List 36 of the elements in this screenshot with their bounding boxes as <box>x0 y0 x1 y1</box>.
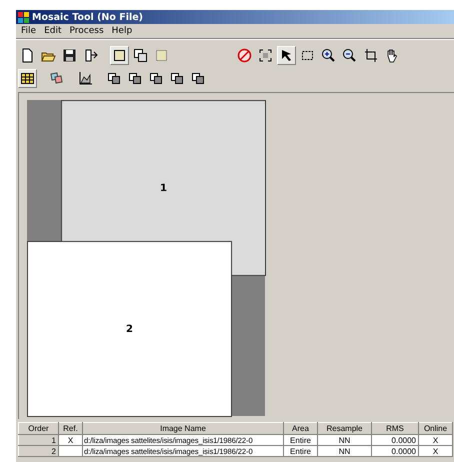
menu-item[interactable]: Process <box>66 26 108 36</box>
table-icon <box>19 70 36 87</box>
image-number: 2 <box>125 324 134 334</box>
column-header[interactable]: Image Name <box>82 422 284 434</box>
column-header[interactable]: Order <box>18 422 58 434</box>
image-number: 1 <box>159 182 168 194</box>
stacked-pages-icon <box>148 70 165 87</box>
crop-icon <box>362 47 379 64</box>
zoom-in-icon <box>320 47 337 64</box>
column-header[interactable]: Online <box>418 422 452 434</box>
menu-item[interactable]: Edit <box>40 26 66 36</box>
no-sign-icon <box>236 47 253 64</box>
menu-item[interactable]: Help <box>108 26 136 36</box>
toolbar-button[interactable] <box>131 46 150 65</box>
column-header[interactable]: Ref. <box>58 422 82 434</box>
toggled-toolbar-button[interactable] <box>277 46 296 65</box>
row-header[interactable]: 1 <box>18 434 58 446</box>
column-header[interactable]: RMS <box>372 422 418 434</box>
rectangle-icon <box>111 47 128 64</box>
overlapping-squares-icon <box>132 47 149 64</box>
stacked-pages-icon <box>169 70 186 87</box>
menu-item[interactable]: File <box>17 26 40 36</box>
stacked-pages-icon <box>127 70 144 87</box>
image-footprint[interactable]: 2 <box>27 241 232 417</box>
fit-frame-icon <box>257 47 274 64</box>
column-header[interactable]: Area <box>284 422 318 434</box>
column-header[interactable]: Resample <box>318 422 372 434</box>
app-icon <box>18 12 29 22</box>
stacked-pages-icon <box>190 70 207 87</box>
toggled-toolbar-button[interactable] <box>18 69 37 88</box>
zoom-out-icon <box>341 47 358 64</box>
stacked-pages-icon <box>106 70 123 87</box>
row-header[interactable]: 2 <box>18 446 58 456</box>
chart-icon <box>77 70 94 87</box>
toggled-toolbar-button[interactable] <box>110 46 129 65</box>
window-title: Mosaic Tool (No File) <box>32 12 143 22</box>
